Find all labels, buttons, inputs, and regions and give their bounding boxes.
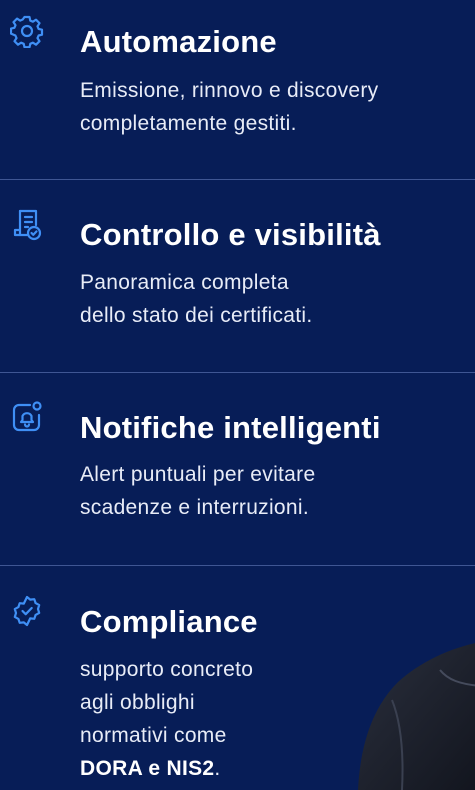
shield-check-icon: [8, 592, 46, 630]
feature-title: Compliance: [80, 604, 258, 639]
feature-description: supporto concreto agli obblighi normativ…: [80, 658, 254, 780]
person-photo: [358, 643, 475, 790]
feature-title: Notifiche intelligenti: [80, 410, 381, 445]
certificate-list-icon: [8, 206, 46, 244]
divider: [0, 565, 475, 566]
divider: [0, 372, 475, 373]
feature-title: Automazione: [80, 24, 277, 59]
notification-bell-icon: [8, 398, 46, 436]
feature-description: Panoramica completa dello stato dei cert…: [80, 271, 313, 327]
gear-icon: [8, 12, 46, 50]
regulation-names: DORA e NIS2: [80, 757, 215, 780]
divider: [0, 179, 475, 180]
feature-description: Emissione, rinnovo e discovery completam…: [80, 79, 379, 135]
feature-description: Alert puntuali per evitare scadenze e in…: [80, 463, 316, 519]
feature-title: Controllo e visibilità: [80, 217, 381, 252]
